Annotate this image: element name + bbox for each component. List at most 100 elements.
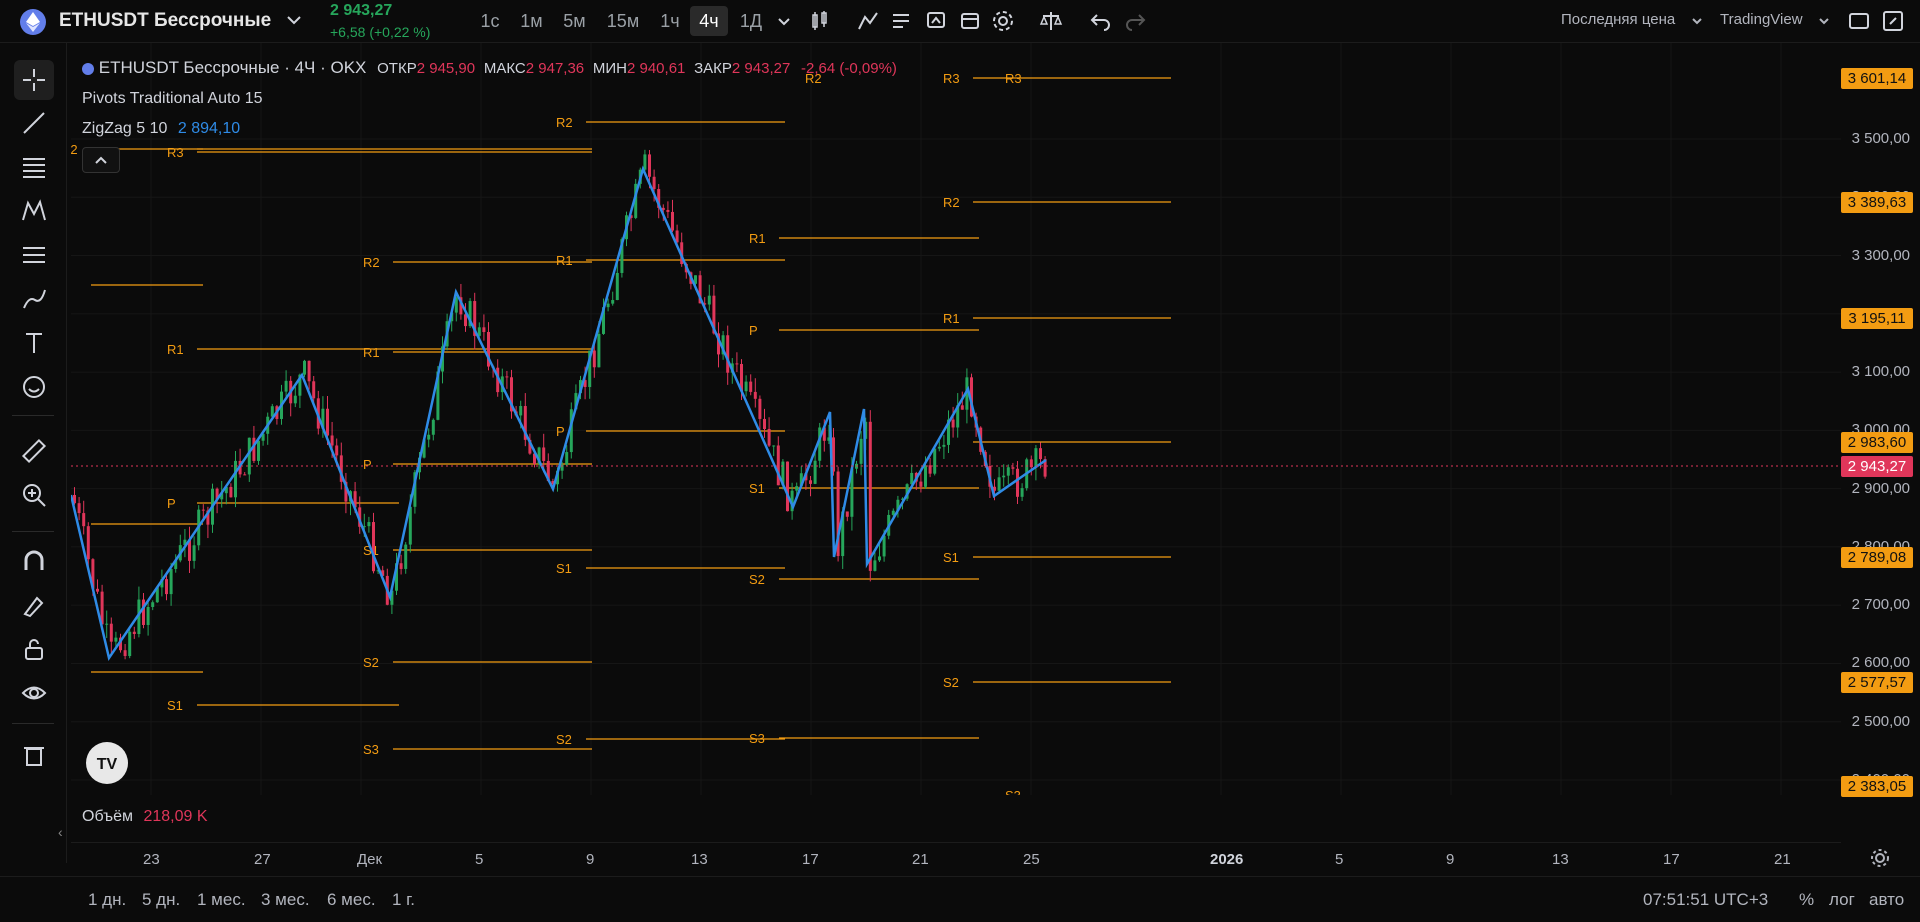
y-tick: 2 500,00 [1851,712,1910,730]
candle-body [229,486,233,498]
candle-body [707,295,711,305]
forecast-icon[interactable] [14,235,54,275]
candle-body [928,465,932,474]
ethereum-icon[interactable] [20,9,46,35]
range-3m[interactable]: 3 мес. [261,890,310,910]
candle-body [615,272,619,301]
pivot-label: P [167,496,176,511]
y-tick: 3 500,00 [1851,130,1910,147]
gear-icon[interactable] [1868,846,1892,870]
toolbar-divider [12,723,54,724]
legend-title[interactable]: ETHUSDT Бессрочные · 4Ч · OKX [99,58,367,77]
candle-body [1020,488,1024,497]
fib-icon[interactable] [14,147,54,187]
candle-body [284,380,288,392]
chevron-down-icon[interactable] [1685,9,1709,33]
x-tick: 9 [586,851,595,868]
x-tick: Дек [357,851,383,868]
zigzag-indicator[interactable]: ZigZag 5 10 2 894,10 [82,120,240,138]
pivot-label: P [749,323,758,338]
candle-body [735,363,739,365]
undo-icon[interactable] [1089,9,1113,33]
pattern-icon[interactable] [14,191,54,231]
range-1d[interactable]: 1 дн. [88,890,126,910]
tradingview-logo[interactable]: TV [86,742,128,784]
x-tick: 21 [1774,851,1791,868]
gear-icon[interactable] [991,9,1015,33]
range-1y[interactable]: 1 г. [392,890,415,910]
tf-15m[interactable]: 15м [602,6,644,36]
tradingview-select[interactable]: TradingView [1720,11,1803,28]
candle-body [404,544,408,569]
alert-icon[interactable] [924,9,948,33]
tf-1d[interactable]: 1Д [736,6,766,36]
pivot-label: R2 [556,115,573,130]
chevron-left-icon[interactable]: ‹ [58,824,63,840]
chevron-up-icon [95,156,107,164]
expand-icon[interactable] [1881,9,1905,33]
tf-1s[interactable]: 1с [476,6,504,36]
text-icon[interactable] [14,323,54,363]
brush-icon[interactable] [14,279,54,319]
magnet-icon[interactable] [14,541,54,581]
candle-body [132,631,136,635]
ruler-icon[interactable] [14,431,54,471]
pivots-indicator-label[interactable]: Pivots Traditional Auto 15 [82,90,263,108]
tf-5m[interactable]: 5м [558,6,591,36]
candle-body [643,154,647,170]
candle-body [671,211,674,231]
candle-body [786,461,789,512]
candle-body [86,526,90,560]
scales-icon[interactable] [1039,9,1063,33]
replay-icon[interactable] [958,9,982,33]
candle-body [105,623,109,625]
auto-toggle[interactable]: авто [1869,890,1904,910]
candles-icon[interactable] [808,9,832,33]
candle-body [648,154,651,177]
price-chart[interactable]: R2 R3 R1 P S1 R2 R1 P S1 S2 S3 R2 R1 P S1 S2 R1 P S1 S2 S3 R3… [71,43,1841,795]
crosshair-icon[interactable] [14,60,54,100]
percent-toggle[interactable]: % [1799,890,1814,910]
candle-body [1002,475,1006,478]
fullscreen-icon[interactable] [1847,9,1871,33]
log-toggle[interactable]: лог [1829,890,1855,910]
indicators-icon[interactable] [856,9,880,33]
candle-body [809,480,812,484]
range-1m[interactable]: 1 мес. [197,890,246,910]
y-tick: 3 300,00 [1851,246,1910,264]
x-tick: 25 [1023,851,1040,868]
zoom-icon[interactable] [14,475,54,515]
candle-body [326,408,329,436]
symbol-name[interactable]: ETHUSDT Бессрочные [59,10,271,32]
emoji-icon[interactable] [14,367,54,407]
tf-1h[interactable]: 1ч [655,6,685,36]
price-type-select[interactable]: Последняя цена [1561,11,1675,28]
trendline-icon[interactable] [14,103,54,143]
eye-icon[interactable] [14,673,54,713]
tf-4h[interactable]: 4ч [690,6,728,36]
candle-body [303,360,306,375]
candle-body [151,602,155,607]
chevron-down-icon[interactable] [772,9,796,33]
trash-icon[interactable] [14,735,54,775]
pivot-label: S2 [749,572,765,587]
candle-body [951,419,955,428]
chevron-down-icon[interactable] [1812,9,1836,33]
redo-icon[interactable] [1123,9,1147,33]
lock-icon[interactable] [14,629,54,669]
range-6m[interactable]: 6 мес. [327,890,376,910]
candle-body [427,434,431,440]
time-axis[interactable]: 23 27 Дек 5 9 13 17 21 25 2026 5 9 13 17… [71,842,1841,875]
lock-drawing-icon[interactable] [14,585,54,625]
top-toolbar: ETHUSDT Бессрочные 2 943,27 +6,58 (+0,22… [0,0,1920,43]
list-icon[interactable] [889,9,913,33]
last-price: 2 943,27 [330,2,393,19]
collapse-legend-button[interactable] [82,147,120,173]
chevron-down-icon[interactable] [284,10,304,30]
svg-text:TV: TV [97,756,118,773]
tf-1m[interactable]: 1м [515,6,548,36]
clock-time[interactable]: 07:51:51 UTC+3 [1643,890,1768,910]
candle-body [1016,468,1019,497]
range-5d[interactable]: 5 дн. [142,890,180,910]
candle-body [845,511,849,517]
